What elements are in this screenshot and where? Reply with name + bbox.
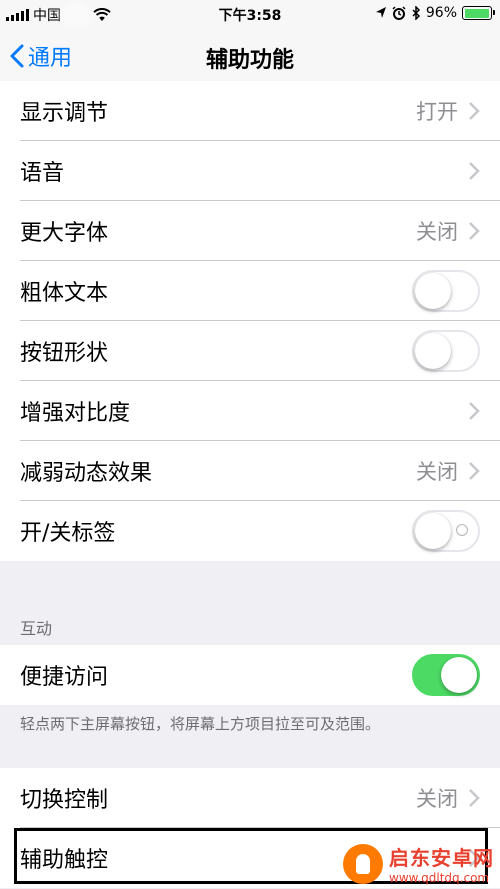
bold-text-toggle[interactable] <box>412 270 480 312</box>
row-value: 关闭 <box>416 787 458 811</box>
row-label: 切换控制 <box>20 788 109 813</box>
row-label: 粗体文本 <box>20 281 109 306</box>
row-reduce-motion[interactable]: 减弱动态效果 关闭 <box>0 441 500 501</box>
chevron-right-icon <box>469 402 480 420</box>
row-larger-text[interactable]: 更大字体 关闭 <box>0 201 500 261</box>
row-speech[interactable]: 语音 <box>0 141 500 201</box>
bluetooth-icon <box>412 6 420 20</box>
row-bold-text: 粗体文本 <box>0 261 500 321</box>
row-display-accommodations[interactable]: 显示调节 打开 <box>0 81 500 141</box>
row-value: 关闭 <box>416 460 458 484</box>
toggle-knob <box>415 333 451 369</box>
page-title: 辅助功能 <box>205 48 294 73</box>
row-switch-control[interactable]: 切换控制 关闭 <box>0 768 500 828</box>
chevron-right-icon <box>469 102 480 120</box>
status-bar-right: 96% <box>375 5 495 21</box>
watermark: 启东安卓网 www.qdltdq.com <box>343 842 494 885</box>
alarm-icon <box>392 6 406 20</box>
row-label: 开/关标签 <box>20 521 116 546</box>
settings-group-interaction: 便捷访问 <box>0 645 500 705</box>
toggle-knob <box>441 657 477 693</box>
row-label: 更大字体 <box>20 221 109 246</box>
row-label: 减弱动态效果 <box>20 461 153 486</box>
row-value: 关闭 <box>416 220 458 244</box>
toggle-knob <box>415 513 451 549</box>
on-off-labels-toggle[interactable] <box>412 510 480 552</box>
battery-fill <box>464 8 489 18</box>
watermark-text: 启东安卓网 www.qdltdq.com <box>389 842 494 885</box>
row-reachability: 便捷访问 <box>0 645 500 705</box>
row-increase-contrast[interactable]: 增强对比度 <box>0 381 500 441</box>
chevron-right-icon <box>469 162 480 180</box>
watermark-name: 启东安卓网 <box>389 846 494 870</box>
battery-icon <box>462 6 495 20</box>
toggle-off-label-icon <box>456 524 468 536</box>
row-value: 打开 <box>416 100 458 124</box>
row-button-shapes: 按钮形状 <box>0 321 500 381</box>
row-label: 显示调节 <box>20 101 109 126</box>
toggle-knob <box>415 273 451 309</box>
chevron-right-icon <box>469 462 480 480</box>
button-shapes-toggle[interactable] <box>412 330 480 372</box>
location-arrow-icon <box>375 7 386 18</box>
row-label: 增强对比度 <box>20 401 131 426</box>
watermark-logo-icon <box>343 843 383 884</box>
section-header-interaction: 互动 <box>20 619 53 638</box>
reachability-toggle[interactable] <box>412 654 480 696</box>
row-label: 便捷访问 <box>20 665 109 690</box>
row-label: 语音 <box>20 161 65 186</box>
status-bar: 中国 下午3:58 96% <box>0 0 500 28</box>
section-footer-reachability: 轻点两下主屏幕按钮，将屏幕上方项目拉至可及范围。 <box>20 715 381 733</box>
row-label: 按钮形状 <box>20 341 109 366</box>
settings-group-display: 显示调节 打开 语音 更大字体 关闭 粗体文本 按钮形状 增强对比度 减弱动态效… <box>0 81 500 561</box>
battery-percent: 96% <box>425 5 457 21</box>
row-on-off-labels: 开/关标签 <box>0 501 500 561</box>
watermark-url: www.qdltdq.com <box>389 871 490 885</box>
navigation-bar: 通用 辅助功能 <box>0 28 500 86</box>
chevron-right-icon <box>469 222 480 240</box>
chevron-right-icon <box>469 789 480 807</box>
